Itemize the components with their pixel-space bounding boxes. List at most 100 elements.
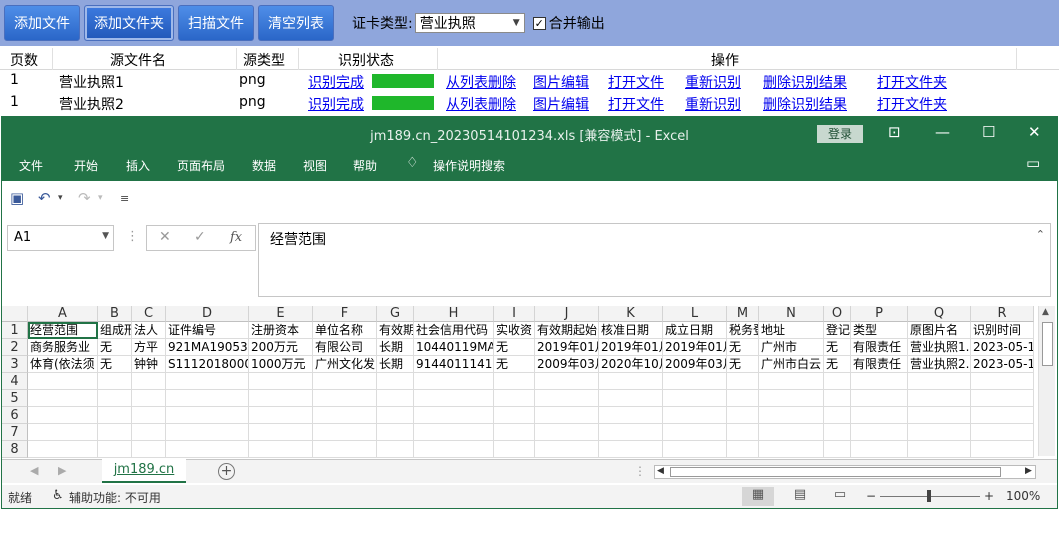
delete-result-link[interactable]: 删除识别结果	[763, 72, 847, 92]
cell-E4[interactable]	[249, 373, 313, 390]
cell-J1[interactable]: 有效期起始	[535, 322, 599, 339]
cell-E1[interactable]: 注册资本	[249, 322, 313, 339]
edit-image-link[interactable]: 图片编辑	[533, 94, 589, 114]
cell-G5[interactable]	[377, 390, 414, 407]
cell-L4[interactable]	[663, 373, 727, 390]
cell-A4[interactable]	[28, 373, 98, 390]
cell-C3[interactable]: 钟钟	[132, 356, 166, 373]
cell-P7[interactable]	[851, 424, 908, 441]
cell-K1[interactable]: 核准日期	[599, 322, 663, 339]
cell-I3[interactable]: 无	[494, 356, 535, 373]
cell-Q3[interactable]: 营业执照2.	[908, 356, 971, 373]
edit-image-link[interactable]: 图片编辑	[533, 72, 589, 92]
cell-K3[interactable]: 2020年10月	[599, 356, 663, 373]
cell-B2[interactable]: 无	[98, 339, 132, 356]
scroll-right-icon[interactable]: ▶	[1025, 466, 1032, 476]
column-header[interactable]: E	[249, 306, 313, 322]
cell-L8[interactable]	[663, 441, 727, 458]
merge-output-toggle[interactable]: ✓ 合并输出	[532, 13, 605, 33]
cell-H5[interactable]	[414, 390, 494, 407]
column-header[interactable]: R	[971, 306, 1034, 322]
cell-L6[interactable]	[663, 407, 727, 424]
zoom-level[interactable]: 100%	[1006, 489, 1040, 503]
cell-B1[interactable]: 组成形	[98, 322, 132, 339]
cell-J7[interactable]	[535, 424, 599, 441]
cell-O2[interactable]: 无	[824, 339, 851, 356]
cell-H8[interactable]	[414, 441, 494, 458]
collapse-formula-icon[interactable]: ⌃	[1036, 228, 1045, 241]
cell-N5[interactable]	[759, 390, 824, 407]
cell-N4[interactable]	[759, 373, 824, 390]
cell-D1[interactable]: 证件编号	[166, 322, 249, 339]
cell-M8[interactable]	[727, 441, 759, 458]
cell-M4[interactable]	[727, 373, 759, 390]
cell-H6[interactable]	[414, 407, 494, 424]
cell-A3[interactable]: 体育(依法须	[28, 356, 98, 373]
cell-K2[interactable]: 2019年01月	[599, 339, 663, 356]
column-header[interactable]: H	[414, 306, 494, 322]
horizontal-scrollbar[interactable]: ◀ ▶	[654, 465, 1036, 479]
redo-dropdown-icon[interactable]: ▾	[98, 193, 103, 203]
column-header[interactable]: G	[377, 306, 414, 322]
cell-R2[interactable]: 2023-05-14	[971, 339, 1034, 356]
tab-page-layout[interactable]: 页面布局	[177, 157, 225, 174]
column-header[interactable]: Q	[908, 306, 971, 322]
re-recognize-link[interactable]: 重新识别	[685, 94, 741, 114]
open-folder-link[interactable]: 打开文件夹	[877, 94, 947, 114]
cell-E6[interactable]	[249, 407, 313, 424]
cell-F6[interactable]	[313, 407, 377, 424]
cell-Q5[interactable]	[908, 390, 971, 407]
cell-G1[interactable]: 有效期	[377, 322, 414, 339]
cell-C6[interactable]	[132, 407, 166, 424]
page-break-view-icon[interactable]: ▭	[824, 487, 856, 506]
comments-icon[interactable]: ▭	[1026, 154, 1040, 172]
cell-O5[interactable]	[824, 390, 851, 407]
add-file-button[interactable]: 添加文件	[4, 5, 80, 41]
scroll-left-icon[interactable]: ◀	[657, 466, 664, 476]
cell-Q1[interactable]: 原图片名	[908, 322, 971, 339]
column-header[interactable]: M	[727, 306, 759, 322]
tab-insert[interactable]: 插入	[126, 157, 150, 174]
open-file-link[interactable]: 打开文件	[608, 72, 664, 92]
row-header[interactable]: 5	[2, 390, 28, 407]
row-header[interactable]: 8	[2, 441, 28, 458]
cell-R7[interactable]	[971, 424, 1034, 441]
row-status[interactable]: 识别完成	[308, 94, 364, 114]
cell-G3[interactable]: 长期	[377, 356, 414, 373]
cell-R8[interactable]	[971, 441, 1034, 458]
cell-C5[interactable]	[132, 390, 166, 407]
login-button[interactable]: 登录	[817, 125, 863, 143]
cell-J6[interactable]	[535, 407, 599, 424]
column-header[interactable]: D	[166, 306, 249, 322]
cell-L1[interactable]: 成立日期	[663, 322, 727, 339]
remove-from-list-link[interactable]: 从列表删除	[446, 94, 516, 114]
insert-function-icon[interactable]: fx	[230, 230, 242, 245]
cell-R4[interactable]	[971, 373, 1034, 390]
cell-D8[interactable]	[166, 441, 249, 458]
cell-H1[interactable]: 社会信用代码	[414, 322, 494, 339]
cell-K7[interactable]	[599, 424, 663, 441]
cell-P8[interactable]	[851, 441, 908, 458]
cell-N2[interactable]: 广州市	[759, 339, 824, 356]
cell-N7[interactable]	[759, 424, 824, 441]
column-header[interactable]: P	[851, 306, 908, 322]
save-icon[interactable]: ▣	[10, 189, 24, 207]
zoom-slider-thumb[interactable]	[927, 490, 931, 502]
cell-J8[interactable]	[535, 441, 599, 458]
cell-Q8[interactable]	[908, 441, 971, 458]
column-header[interactable]: C	[132, 306, 166, 322]
tab-split-icon[interactable]: ⋮	[634, 464, 646, 478]
file-row[interactable]: 1 营业执照2 png 识别完成 从列表删除 图片编辑 打开文件 重新识别 删除…	[0, 92, 1059, 114]
cell-D4[interactable]	[166, 373, 249, 390]
vertical-scrollbar[interactable]: ▲	[1038, 306, 1055, 456]
page-layout-view-icon[interactable]: ▤	[784, 487, 816, 506]
cell-B7[interactable]	[98, 424, 132, 441]
open-file-link[interactable]: 打开文件	[608, 94, 664, 114]
cell-C1[interactable]: 法人	[132, 322, 166, 339]
cell-J5[interactable]	[535, 390, 599, 407]
cell-R6[interactable]	[971, 407, 1034, 424]
cell-K8[interactable]	[599, 441, 663, 458]
row-header[interactable]: 6	[2, 407, 28, 424]
column-header[interactable]: N	[759, 306, 824, 322]
column-header[interactable]: O	[824, 306, 851, 322]
